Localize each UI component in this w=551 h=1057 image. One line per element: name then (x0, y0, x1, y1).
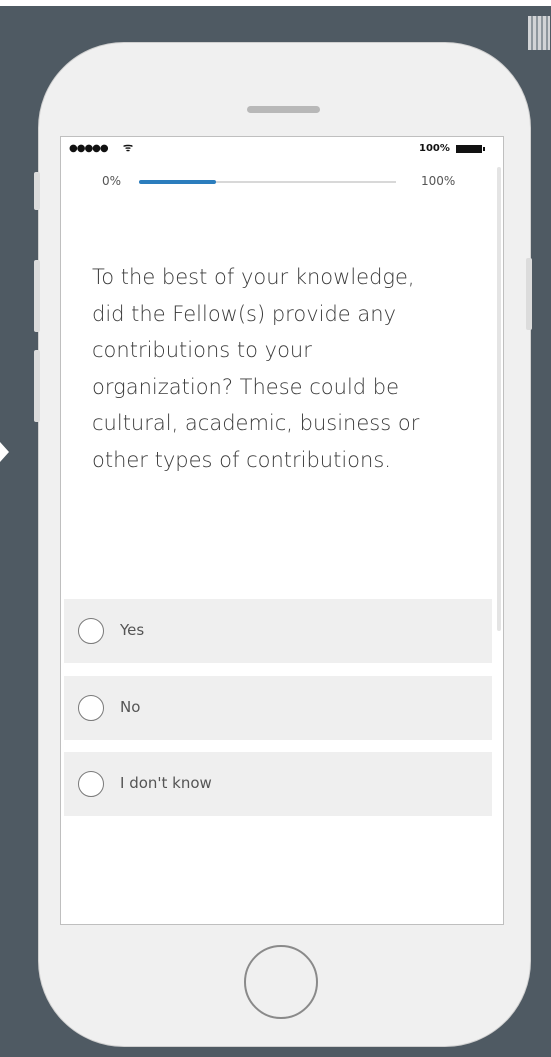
progress-end-label: 100% (421, 174, 456, 188)
status-bar: ●●●●● ᯤ 100% (61, 137, 503, 161)
battery-percent: 100% (419, 143, 450, 154)
phone-side-button-power (526, 258, 532, 330)
option-yes[interactable]: Yes (64, 599, 492, 663)
progress-start-label: 0% (102, 174, 122, 188)
scrollbar[interactable] (497, 167, 501, 631)
radio-button[interactable] (78, 618, 104, 644)
progress-bar-fill (139, 180, 217, 184)
phone-screen: ●●●●● ᯤ 100% 0% 100% To the best of your… (60, 136, 504, 925)
option-no[interactable]: No (64, 676, 492, 740)
home-button[interactable] (244, 945, 318, 1019)
battery-icon (456, 145, 485, 153)
phone-side-button-volume-down (34, 350, 40, 422)
option-label: I don't know (120, 774, 212, 792)
radio-button[interactable] (78, 695, 104, 721)
option-label: Yes (120, 621, 145, 639)
phone-side-button-mute (34, 172, 40, 210)
option-i-dont-know[interactable]: I don't know (64, 752, 492, 816)
expand-arrow-icon[interactable] (0, 442, 9, 462)
question-text: To the best of your knowledge, did the F… (92, 265, 420, 472)
top-edge-bar (0, 0, 551, 6)
radio-button[interactable] (78, 771, 104, 797)
signal-icon: ●●●●● (69, 143, 109, 154)
option-label: No (120, 698, 141, 716)
qr-code-icon (528, 16, 550, 50)
wifi-icon: ᯤ (123, 141, 134, 154)
phone-side-button-volume-up (34, 260, 40, 332)
phone-speaker (247, 106, 320, 113)
progress-bar (139, 180, 396, 184)
